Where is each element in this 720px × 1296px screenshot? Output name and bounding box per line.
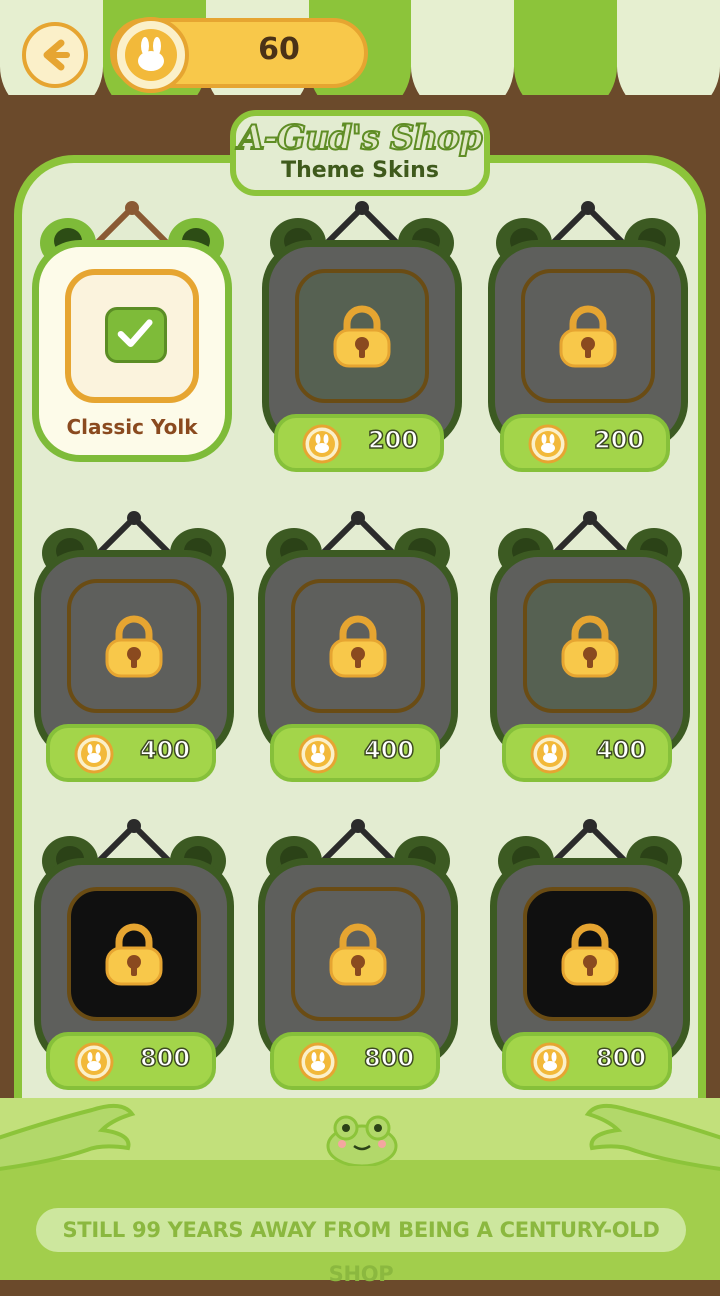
- price-tag: 200: [274, 414, 444, 472]
- skin-item[interactable]: 800: [34, 818, 234, 1093]
- lock-icon: [105, 615, 163, 678]
- price-value: 400: [139, 735, 191, 765]
- shop-subtitle: Theme Skins: [281, 158, 439, 183]
- coin-count: 60: [258, 32, 300, 67]
- price-value: 400: [595, 735, 647, 765]
- checkmark-icon: [105, 307, 167, 363]
- price-tag: 800: [46, 1032, 216, 1090]
- skin-item[interactable]: 800: [490, 818, 690, 1093]
- price-value: 200: [367, 425, 419, 455]
- frog-hand-icon: [0, 1103, 136, 1171]
- rabbit-coin-icon: [302, 424, 342, 464]
- skin-item[interactable]: 200: [488, 200, 688, 475]
- arrow-left-icon: [43, 39, 70, 71]
- price-tag: 400: [46, 724, 216, 782]
- price-value: 800: [595, 1043, 647, 1073]
- rabbit-coin-icon: [74, 1042, 114, 1082]
- rabbit-coin-icon: [530, 734, 570, 774]
- lock-icon: [105, 923, 163, 986]
- skin-item[interactable]: 400: [258, 510, 458, 785]
- skin-item[interactable]: 400: [34, 510, 234, 785]
- lock-icon: [333, 305, 391, 368]
- shop-title: A-Gud's Shop: [237, 117, 483, 159]
- price-tag: 200: [500, 414, 670, 472]
- price-value: 800: [363, 1043, 415, 1073]
- lock-icon: [329, 615, 387, 678]
- rabbit-coin-icon: [528, 424, 568, 464]
- skin-item[interactable]: 800: [258, 818, 458, 1093]
- shop-title-plate: A-Gud's Shop Theme Skins: [230, 110, 490, 196]
- lock-icon: [329, 923, 387, 986]
- coin-balance: 60: [110, 17, 368, 93]
- frog-mascot-icon: [326, 1115, 398, 1166]
- price-tag: 800: [502, 1032, 672, 1090]
- lock-icon: [559, 305, 617, 368]
- price-tag: 400: [270, 724, 440, 782]
- skin-name: Classic Yolk: [66, 415, 198, 439]
- price-value: 200: [593, 425, 645, 455]
- price-tag: 800: [270, 1032, 440, 1090]
- back-button[interactable]: [22, 22, 88, 88]
- skin-item[interactable]: 400: [490, 510, 690, 785]
- rabbit-coin-icon: [530, 1042, 570, 1082]
- rabbit-coin-icon: [298, 1042, 338, 1082]
- price-value: 800: [139, 1043, 191, 1073]
- rabbit-coin-icon: [113, 17, 189, 93]
- price-tag: 400: [502, 724, 672, 782]
- rabbit-coin-icon: [74, 734, 114, 774]
- skin-item[interactable]: 200: [262, 200, 462, 475]
- price-value: 400: [363, 735, 415, 765]
- lock-icon: [561, 923, 619, 986]
- frog-hand-icon: [584, 1103, 720, 1171]
- rabbit-coin-icon: [298, 734, 338, 774]
- lock-icon: [561, 615, 619, 678]
- skin-item-classic-yolk[interactable]: Classic Yolk: [32, 200, 232, 475]
- footer-ticker: STILL 99 YEARS AWAY FROM BEING A CENTURY…: [36, 1208, 686, 1286]
